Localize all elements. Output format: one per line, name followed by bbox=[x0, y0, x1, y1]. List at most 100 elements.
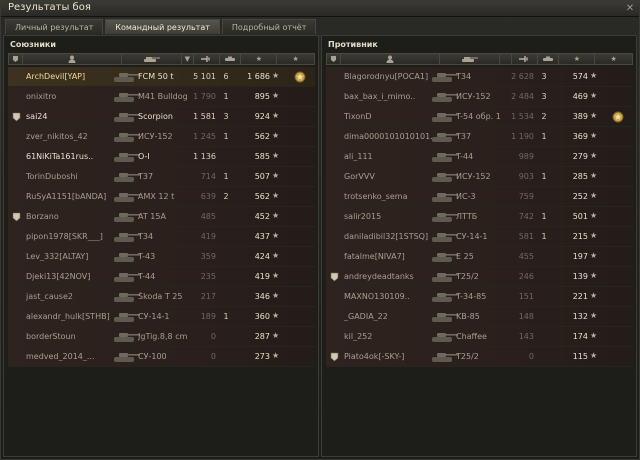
table-row[interactable]: ArchDevil[YAP] FCM 50 t5 101 6 1 686 ★ bbox=[8, 67, 315, 87]
sort-icon[interactable] bbox=[500, 54, 512, 64]
star-icon: ★ bbox=[272, 91, 280, 100]
damage-value: 235 bbox=[200, 272, 216, 281]
table-row[interactable]: borderStoun JgTig.8,8 cm 0 287 ★ bbox=[8, 327, 315, 347]
table-row[interactable]: 61NiKiTa161rus.. O-I 1 136 585 ★ bbox=[8, 147, 315, 167]
star-icon: ★ bbox=[272, 151, 280, 160]
tank-name: ЛТТБ bbox=[456, 212, 478, 221]
table-row[interactable]: fatalme[NIVA7] E 25 455 197 ★ bbox=[326, 247, 633, 267]
squad-column-icon[interactable] bbox=[327, 54, 341, 64]
table-row[interactable]: trotsenko_sema ИС-3 759 252 ★ bbox=[326, 187, 633, 207]
damage-value: 1 534 bbox=[511, 112, 534, 121]
damage-value: 759 bbox=[518, 192, 534, 201]
table-row[interactable]: Piato4ok[-SKY-] T25/2 0 115 ★ bbox=[326, 347, 633, 367]
damage-column-icon[interactable] bbox=[194, 54, 220, 64]
star-icon: ★ bbox=[272, 271, 280, 280]
table-row[interactable]: ali_111 T-44 989 279 ★ bbox=[326, 147, 633, 167]
table-row[interactable]: MAXNO130109.. T-34-85 151 221 ★ bbox=[326, 287, 633, 307]
table-row[interactable]: kil_252 Chaffee 143 174 ★ bbox=[326, 327, 633, 347]
star-icon: ★ bbox=[590, 251, 598, 260]
star-icon: ★ bbox=[272, 291, 280, 300]
table-row[interactable]: zver_nikitos_42 ИСУ-152 1 245 1 562 ★ bbox=[8, 127, 315, 147]
tab-bar: Личный результат Командный результат Под… bbox=[5, 19, 318, 34]
damage-value: 151 bbox=[518, 292, 534, 301]
star-icon: ★ bbox=[590, 331, 598, 340]
xp-value: 346 bbox=[254, 292, 270, 301]
xp-column-icon[interactable]: ★ bbox=[241, 54, 278, 64]
star-icon: ★ bbox=[590, 271, 598, 280]
damage-column-icon[interactable] bbox=[512, 54, 538, 64]
xp-column-icon[interactable]: ★ bbox=[559, 54, 596, 64]
kills-value: 1 bbox=[541, 212, 547, 221]
damage-value: 419 bbox=[200, 232, 216, 241]
medal-column-icon[interactable]: ★ bbox=[277, 54, 314, 64]
sort-icon[interactable]: ▼ bbox=[182, 54, 194, 64]
tank-name: T-44 bbox=[138, 272, 156, 281]
medal-column-icon[interactable]: ★ bbox=[595, 54, 632, 64]
tab-detailed-report[interactable]: Подробный отчёт bbox=[221, 19, 317, 34]
allies-panel: Союзники ▼ ★ ★ ArchDevil[YAP] FCM 50 t5 1… bbox=[3, 35, 319, 457]
table-row[interactable]: Blagorodnyu[POCA1] T34 2 628 3 574 ★ bbox=[326, 67, 633, 87]
damage-value: 246 bbox=[518, 272, 534, 281]
table-row[interactable]: bax_bax_i_mimo.. ИСУ-152 2 484 3 469 ★ bbox=[326, 87, 633, 107]
spotted-column-icon[interactable] bbox=[538, 54, 560, 64]
kills-value: 3 bbox=[541, 72, 547, 81]
table-row[interactable]: Djeki13[42NOV] T-44 235 419 ★ bbox=[8, 267, 315, 287]
tank-column-icon[interactable] bbox=[122, 54, 182, 64]
spotted-column-icon[interactable] bbox=[220, 54, 242, 64]
damage-value: 903 bbox=[518, 172, 534, 181]
damage-value: 485 bbox=[200, 212, 216, 221]
table-row[interactable]: onixitro M41 Bulldog 1 790 1 895 ★ bbox=[8, 87, 315, 107]
tank-name: СУ-14-1 bbox=[138, 312, 170, 321]
damage-value: 455 bbox=[518, 252, 534, 261]
xp-value: 285 bbox=[572, 172, 588, 181]
table-row[interactable]: sai24 Scorpion 1 581 3 924 ★ bbox=[8, 107, 315, 127]
tank-column-icon[interactable] bbox=[440, 54, 500, 64]
tank-name: СУ-100 bbox=[138, 352, 167, 361]
xp-value: 252 bbox=[572, 192, 588, 201]
star-icon: ★ bbox=[272, 311, 280, 320]
table-row[interactable]: TixonD T-54 обр. 11 534 2 389 ★ bbox=[326, 107, 633, 127]
tab-personal-result[interactable]: Личный результат bbox=[5, 19, 104, 34]
player-column-icon[interactable] bbox=[341, 54, 441, 64]
squad-icon bbox=[330, 352, 339, 362]
table-row[interactable]: alexandr_hulk[STHB] СУ-14-1 189 1 360 ★ bbox=[8, 307, 315, 327]
table-row[interactable]: medved_2014_... СУ-100 0 273 ★ bbox=[8, 347, 315, 367]
table-row[interactable]: daniladibil32[1STSQ] СУ-14-1 581 1 215 ★ bbox=[326, 227, 633, 247]
star-icon: ★ bbox=[272, 171, 280, 180]
star-icon: ★ bbox=[272, 231, 280, 240]
table-row[interactable]: Lev_332[ALTAY] T-43 359 424 ★ bbox=[8, 247, 315, 267]
table-row[interactable]: Borzano AT 15A 485 452 ★ bbox=[8, 207, 315, 227]
tank-name: T-34-85 bbox=[456, 292, 487, 301]
table-row[interactable]: andreydeadtanks T25/2 246 139 ★ bbox=[326, 267, 633, 287]
table-row[interactable]: GorVVV ИСУ-152 903 1 285 ★ bbox=[326, 167, 633, 187]
xp-value: 562 bbox=[254, 132, 270, 141]
table-row[interactable]: TorinDuboshi T37 714 1 507 ★ bbox=[8, 167, 315, 187]
star-icon: ★ bbox=[272, 211, 280, 220]
table-row[interactable]: dima0000101010101.. T37 1 190 1 369 ★ bbox=[326, 127, 633, 147]
damage-value: 581 bbox=[518, 232, 534, 241]
tab-team-result[interactable]: Командный результат bbox=[105, 19, 220, 34]
tank-name: T25/2 bbox=[456, 352, 479, 361]
tank-name: T-54 обр. 1 bbox=[456, 112, 501, 121]
squad-column-icon[interactable] bbox=[9, 54, 23, 64]
star-icon: ★ bbox=[590, 211, 598, 220]
table-row[interactable]: RuSyA1151[bANDA] AMX 12 t 639 2 562 ★ bbox=[8, 187, 315, 207]
star-icon: ★ bbox=[590, 231, 598, 240]
player-column-icon[interactable] bbox=[23, 54, 123, 64]
damage-value: 189 bbox=[200, 312, 216, 321]
table-row[interactable]: pipon1978[SKR___] T34 419 437 ★ bbox=[8, 227, 315, 247]
star-icon: ★ bbox=[590, 71, 598, 80]
star-icon: ★ bbox=[590, 351, 598, 360]
table-row[interactable]: salir2015 ЛТТБ 742 1 501 ★ bbox=[326, 207, 633, 227]
kills-value: 1 bbox=[223, 132, 229, 141]
table-row[interactable]: _GADIA_22 KB-85 148 132 ★ bbox=[326, 307, 633, 327]
tank-name: T34 bbox=[138, 232, 154, 241]
medal-icon[interactable] bbox=[293, 69, 307, 85]
tank-name: T-44 bbox=[456, 152, 474, 161]
close-icon[interactable]: ✕ bbox=[624, 3, 636, 14]
medal-icon[interactable] bbox=[611, 109, 625, 125]
xp-value: 139 bbox=[572, 272, 588, 281]
xp-value: 115 bbox=[572, 352, 588, 361]
squad-icon bbox=[12, 112, 21, 122]
table-row[interactable]: jast_cause2 Škoda T 25 217 346 ★ bbox=[8, 287, 315, 307]
